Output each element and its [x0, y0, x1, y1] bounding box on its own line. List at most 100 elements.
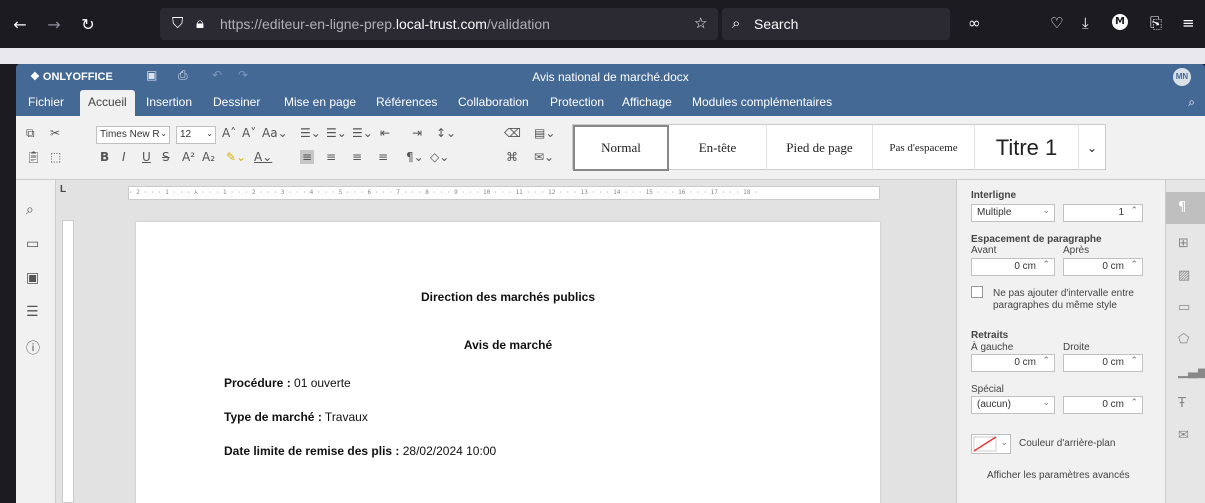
spinner-icon[interactable]: ⌃ [1130, 398, 1138, 408]
search-icon[interactable]: ⌕ [26, 202, 34, 218]
align-center-icon[interactable]: ≡ [326, 150, 336, 164]
advanced-settings-link[interactable]: Afficher les paramètres avancés [987, 470, 1130, 481]
line-spacing-mode-select[interactable]: Multiple ⌄ [971, 204, 1055, 222]
horizontal-ruler[interactable]: · 2 · · · 1 · · · ⅄ · · · 1 · · · 2 · · … [128, 186, 880, 200]
bookmark-star-icon[interactable]: ☆ [694, 14, 707, 32]
tab-accueil[interactable]: Accueil [80, 90, 135, 116]
special-indent-input[interactable]: 0 cm ⌃ [1063, 396, 1143, 414]
style-pied-de-page[interactable]: Pied de page [767, 125, 873, 171]
font-color-icon[interactable]: A⌄ [254, 150, 272, 164]
paragraph-settings-icon[interactable]: ¶ [1178, 200, 1186, 215]
tab-protection[interactable]: Protection [550, 95, 604, 109]
no-spacing-checkbox[interactable] [971, 286, 983, 298]
spinner-icon[interactable]: ⌃ [1130, 206, 1138, 216]
document-subheading: Avis de marché [463, 338, 553, 352]
tab-modules[interactable]: Modules complémentaires [692, 95, 832, 109]
tab-stop-selector[interactable]: L [60, 184, 74, 198]
style-normal[interactable]: Normal [573, 125, 669, 171]
comments-icon[interactable]: ▭ [26, 236, 39, 252]
info-icon[interactable]: ⓘ [26, 338, 40, 358]
background-color-picker[interactable]: ⌄ [971, 434, 1011, 454]
indent-left-input[interactable]: 0 cm ⌃ [971, 354, 1055, 372]
tab-mise-en-page[interactable]: Mise en page [284, 95, 356, 109]
url-bar[interactable]: ⛉ 🔒︎ https://editeur-en-ligne-prep.local… [160, 8, 718, 40]
user-avatar[interactable]: MN [1173, 68, 1191, 86]
font-size-select[interactable]: 12 ⌄ [176, 126, 216, 144]
subscript-icon[interactable]: A₂ [202, 150, 215, 164]
bold-icon[interactable]: B [100, 150, 109, 164]
multilevel-list-icon[interactable]: ☰⌄ [352, 126, 373, 140]
vertical-ruler[interactable] [62, 220, 74, 503]
extensions-icon[interactable]: ⎘ [1150, 14, 1162, 32]
justify-icon[interactable]: ≡ [378, 150, 388, 164]
profile-avatar[interactable]: M [1112, 14, 1128, 30]
paste-icon[interactable]: 📋︎ [26, 150, 41, 164]
line-spacing-icon[interactable]: ↕⌄ [436, 126, 456, 140]
increase-font-icon[interactable]: A˄ [222, 126, 236, 140]
table-settings-icon[interactable]: ⊞ [1178, 236, 1189, 251]
align-left-icon[interactable]: ≡ [300, 150, 315, 164]
bullet-list-icon[interactable]: ☰⌄ [300, 126, 321, 140]
style-en-tete[interactable]: En-tête [669, 125, 767, 171]
spinner-icon[interactable]: ⌃ [1042, 260, 1050, 270]
numbered-list-icon[interactable]: ☰⌄ [326, 126, 347, 140]
underline-icon[interactable]: U [142, 150, 151, 164]
indent-right-input[interactable]: 0 cm ⌃ [1063, 354, 1143, 372]
tab-affichage[interactable]: Affichage [622, 95, 672, 109]
style-titre-1[interactable]: Titre 1 [975, 125, 1079, 171]
menu-icon[interactable]: ≡ [1182, 14, 1195, 32]
document-page[interactable]: Direction des marchés publics Avis de ma… [136, 222, 880, 503]
copy-style-icon[interactable]: ⌘ [506, 150, 518, 164]
font-name-select[interactable]: Times New R ⌄ [96, 126, 170, 144]
special-indent-select[interactable]: (aucun) ⌄ [971, 396, 1055, 414]
spinner-icon[interactable]: ⌃ [1130, 356, 1138, 366]
spacing-before-input[interactable]: 0 cm ⌃ [971, 258, 1055, 276]
shading-icon[interactable]: ◇⌄ [430, 150, 449, 164]
spinner-icon[interactable]: ⌃ [1130, 260, 1138, 270]
spacing-after-input[interactable]: 0 cm ⌃ [1063, 258, 1143, 276]
infinity-icon[interactable]: ∞ [968, 14, 981, 32]
tab-references[interactable]: Références [376, 95, 437, 109]
cut-icon[interactable]: ✂ [50, 126, 60, 140]
superscript-icon[interactable]: A² [182, 150, 195, 164]
search-icon[interactable]: ⌕ [1188, 95, 1195, 110]
change-case-icon[interactable]: Aa⌄ [262, 126, 288, 140]
spinner-icon[interactable]: ⌃ [1042, 356, 1050, 366]
tab-insertion[interactable]: Insertion [146, 95, 192, 109]
tab-fichier[interactable]: Fichier [28, 95, 64, 109]
navigation-icon[interactable]: ☰ [26, 304, 39, 320]
copy-icon[interactable]: ⧉ [26, 126, 35, 141]
text-art-icon[interactable]: Ŧ [1178, 396, 1186, 411]
search-bar[interactable]: ⌕ Search [722, 8, 950, 40]
tab-dessiner[interactable]: Dessiner [213, 95, 260, 109]
back-icon[interactable]: ← [8, 12, 32, 36]
strikethrough-icon[interactable]: S [162, 150, 170, 164]
highlight-icon[interactable]: ✎⌄ [226, 150, 246, 164]
select-all-icon[interactable]: ⬚ [50, 150, 61, 164]
clear-style-icon[interactable]: ⌫ [504, 126, 521, 140]
download-icon[interactable]: ⤓ [1082, 14, 1089, 32]
align-right-icon[interactable]: ≡ [352, 150, 362, 164]
tab-collaboration[interactable]: Collaboration [458, 95, 529, 109]
italic-icon[interactable]: I [122, 150, 126, 164]
lock-icon[interactable]: 🔒︎ [196, 14, 204, 32]
decrease-indent-icon[interactable]: ⇤ [380, 126, 390, 140]
decrease-font-icon[interactable]: A˅ [242, 126, 256, 140]
styles-expand-icon[interactable]: ⌄ [1079, 125, 1105, 171]
shape-settings-icon[interactable]: ⬠ [1178, 332, 1189, 347]
paragraph-marks-icon[interactable]: ¶⌄ [406, 150, 424, 164]
reload-icon[interactable]: ↻ [76, 12, 100, 36]
increase-indent-icon[interactable]: ⇥ [412, 126, 422, 140]
mail-merge-icon[interactable]: ✉⌄ [534, 150, 554, 164]
mail-merge-icon[interactable]: ✉ [1178, 428, 1189, 443]
header-footer-icon[interactable]: ▭ [1178, 300, 1190, 315]
color-scheme-icon[interactable]: ▤⌄ [534, 126, 555, 140]
forward-icon[interactable]: → [42, 12, 66, 36]
shield-icon[interactable]: ⛉ [172, 14, 183, 32]
chart-settings-icon[interactable]: ▁▃▅ [1178, 364, 1205, 379]
image-settings-icon[interactable]: ▨ [1178, 268, 1190, 283]
style-pas-d-espacement[interactable]: Pas d'espaceme [873, 125, 975, 171]
chat-icon[interactable]: ▣ [26, 270, 39, 286]
pocket-icon[interactable]: ♡ [1050, 14, 1063, 32]
line-spacing-value-input[interactable]: 1 ⌃ [1063, 204, 1143, 222]
